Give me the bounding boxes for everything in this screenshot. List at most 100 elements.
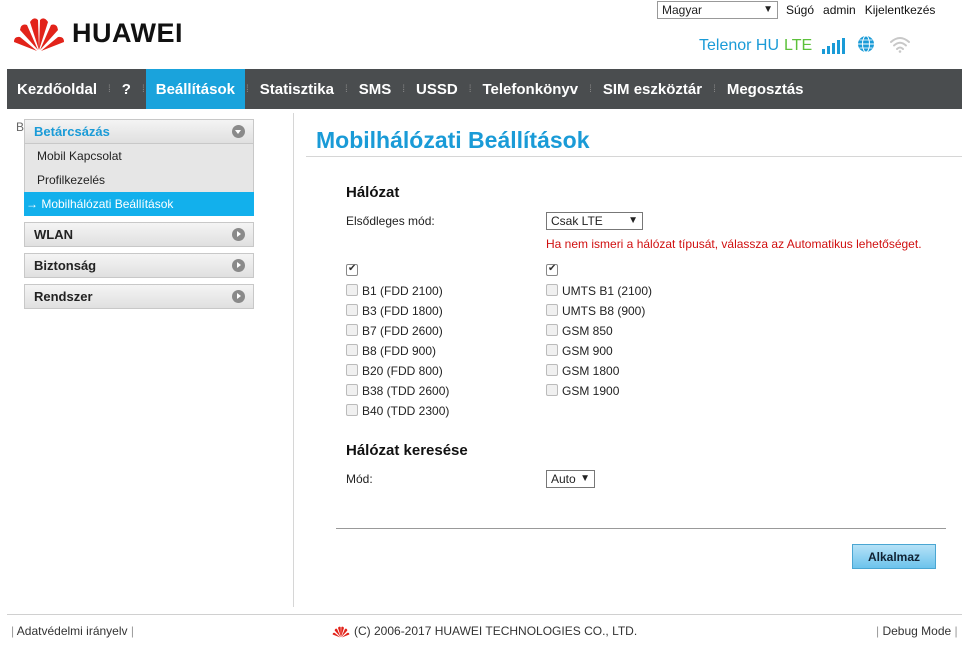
main-nav: Kezdőoldal ⁞ ? ⁞ Beállítások ⁞ Statiszti… bbox=[7, 69, 962, 109]
search-mode-label: Mód: bbox=[346, 472, 373, 486]
band-b38-label: B38 (TDD 2600) bbox=[362, 384, 450, 398]
logout-link[interactable]: Kijelentkezés bbox=[865, 3, 936, 17]
band-gsm-850-label: GSM 850 bbox=[562, 324, 613, 338]
dropdown-arrow-icon: ▼ bbox=[580, 473, 590, 484]
separator: | bbox=[11, 624, 15, 638]
brand-name: HUAWEI bbox=[72, 17, 183, 48]
sidebar-submenu: Mobil Kapcsolat Profilkezelés → Mobilhál… bbox=[24, 144, 254, 216]
admin-link[interactable]: admin bbox=[823, 3, 856, 17]
band-b20-checkbox[interactable] bbox=[346, 364, 358, 376]
help-link[interactable]: Súgó bbox=[786, 3, 814, 17]
band-b1-checkbox[interactable] bbox=[346, 284, 358, 296]
title-divider bbox=[306, 156, 962, 157]
operator-name: Telenor HU bbox=[699, 36, 780, 54]
search-mode-value: Auto bbox=[551, 472, 576, 486]
band-b20-label: B20 (FDD 800) bbox=[362, 364, 443, 378]
huawei-logo: HUAWEI bbox=[12, 14, 183, 52]
nav-phonebook[interactable]: Telefonkönyv bbox=[473, 69, 589, 109]
footer-divider bbox=[7, 614, 962, 615]
band-gsm-850-checkbox[interactable] bbox=[546, 324, 558, 336]
footer-copyright: (C) 2006-2017 HUAWEI TECHNOLOGIES CO., L… bbox=[332, 624, 637, 638]
sidebar-item-mobile-connection[interactable]: Mobil Kapcsolat bbox=[25, 144, 253, 168]
nav-statistics[interactable]: Statisztika bbox=[250, 69, 344, 109]
band-umts-b8-label: UMTS B8 (900) bbox=[562, 304, 646, 318]
band-b3-checkbox[interactable] bbox=[346, 304, 358, 316]
sidebar-item-profile-management[interactable]: Profilkezelés bbox=[25, 168, 253, 192]
sidebar-group-dialup[interactable]: Betárcsázás bbox=[24, 119, 254, 144]
separator: | bbox=[954, 624, 958, 638]
band-b40-checkbox[interactable] bbox=[346, 404, 358, 416]
apply-button[interactable]: Alkalmaz bbox=[852, 544, 936, 569]
nav-help[interactable]: ? bbox=[112, 69, 141, 109]
band-gsm-1900-label: GSM 1900 bbox=[562, 384, 620, 398]
band-umts-b1-label: UMTS B1 (2100) bbox=[562, 284, 653, 298]
band-b38-checkbox[interactable] bbox=[346, 384, 358, 396]
sidebar-group-label: WLAN bbox=[34, 227, 73, 242]
band-gsm-1800-checkbox[interactable] bbox=[546, 364, 558, 376]
copyright-text: (C) 2006-2017 HUAWEI TECHNOLOGIES CO., L… bbox=[354, 624, 638, 638]
nav-sms[interactable]: SMS bbox=[349, 69, 402, 109]
band-gsm-1800-label: GSM 1800 bbox=[562, 364, 620, 378]
sidebar-group-system[interactable]: Rendszer bbox=[24, 284, 254, 309]
band-b3-label: B3 (FDD 1800) bbox=[362, 304, 443, 318]
privacy-policy-link[interactable]: Adatvédelmi irányelv bbox=[17, 624, 128, 638]
band-umts-b1-checkbox[interactable] bbox=[546, 284, 558, 296]
sidebar-group-security[interactable]: Biztonság bbox=[24, 253, 254, 278]
nav-settings[interactable]: Beállítások bbox=[145, 69, 245, 109]
expand-icon bbox=[232, 228, 245, 241]
network-type: LTE bbox=[784, 36, 813, 54]
nav-ussd[interactable]: USSD bbox=[406, 69, 468, 109]
other-all-checkbox[interactable] bbox=[546, 263, 558, 276]
band-b40-label: B40 (TDD 2300) bbox=[362, 404, 450, 418]
footer-left: | Adatvédelmi irányelv | bbox=[11, 624, 134, 638]
sidebar-item-mobile-network-settings[interactable]: → Mobilhálózati Beállítások bbox=[24, 192, 254, 216]
globe-icon bbox=[857, 35, 875, 56]
sidebar: Betárcsázás Mobil Kapcsolat Profilkezelé… bbox=[24, 119, 254, 315]
sidebar-cut-text: B bbox=[16, 120, 25, 134]
top-links: Súgó admin Kijelentkezés bbox=[786, 3, 935, 17]
huawei-flower-icon bbox=[14, 18, 64, 51]
network-search-section-title: Hálózat keresése bbox=[346, 442, 468, 459]
network-section-title: Hálózat bbox=[346, 184, 400, 201]
sidebar-group-label: Biztonság bbox=[34, 258, 97, 273]
band-gsm-1900-checkbox[interactable] bbox=[546, 384, 558, 396]
preferred-mode-label: Elsődleges mód: bbox=[346, 214, 435, 228]
band-b8-label: B8 (FDD 900) bbox=[362, 344, 437, 358]
language-select[interactable]: Magyar ▼ bbox=[657, 1, 778, 19]
preferred-mode-value: Csak LTE bbox=[551, 214, 603, 228]
separator: | bbox=[130, 624, 134, 638]
header: HUAWEI Magyar ▼ Súgó admin Kijelentkezés… bbox=[0, 0, 970, 68]
signal-strength-icon bbox=[822, 37, 846, 54]
network-type-warning: Ha nem ismeri a hálózat típusát, válassz… bbox=[546, 237, 922, 251]
band-b7-checkbox[interactable] bbox=[346, 324, 358, 336]
nav-sharing[interactable]: Megosztás bbox=[717, 69, 814, 109]
band-b1-label: B1 (FDD 2100) bbox=[362, 284, 443, 298]
page-title: Mobilhálózati Beállítások bbox=[316, 127, 590, 153]
sidebar-group-label: Betárcsázás bbox=[34, 124, 110, 139]
separator: | bbox=[876, 624, 880, 638]
preferred-mode-select[interactable]: Csak LTE ▼ bbox=[546, 212, 643, 230]
language-value: Magyar bbox=[662, 3, 703, 17]
nav-sim-toolkit[interactable]: SIM eszköztár bbox=[593, 69, 712, 109]
sidebar-group-label: Rendszer bbox=[34, 289, 93, 304]
debug-mode-link[interactable]: Debug Mode bbox=[882, 624, 951, 638]
huawei-flower-icon bbox=[332, 626, 350, 637]
band-b8-checkbox[interactable] bbox=[346, 344, 358, 356]
footer-right: | Debug Mode | bbox=[876, 624, 958, 638]
dropdown-arrow-icon: ▼ bbox=[628, 215, 638, 226]
band-b7-label: B7 (FDD 2600) bbox=[362, 324, 443, 338]
form-divider bbox=[336, 528, 946, 529]
dropdown-arrow-icon: ▼ bbox=[763, 4, 773, 15]
nav-home[interactable]: Kezdőoldal bbox=[7, 69, 107, 109]
expand-icon bbox=[232, 259, 245, 272]
sidebar-group-wlan[interactable]: WLAN bbox=[24, 222, 254, 247]
collapse-icon bbox=[232, 125, 245, 138]
band-gsm-900-checkbox[interactable] bbox=[546, 344, 558, 356]
wifi-icon bbox=[889, 35, 911, 56]
search-mode-select[interactable]: Auto ▼ bbox=[546, 470, 595, 488]
lte-all-checkbox[interactable] bbox=[346, 263, 358, 276]
content-divider bbox=[293, 113, 294, 607]
band-umts-b8-checkbox[interactable] bbox=[546, 304, 558, 316]
band-gsm-900-label: GSM 900 bbox=[562, 344, 613, 358]
expand-icon bbox=[232, 290, 245, 303]
